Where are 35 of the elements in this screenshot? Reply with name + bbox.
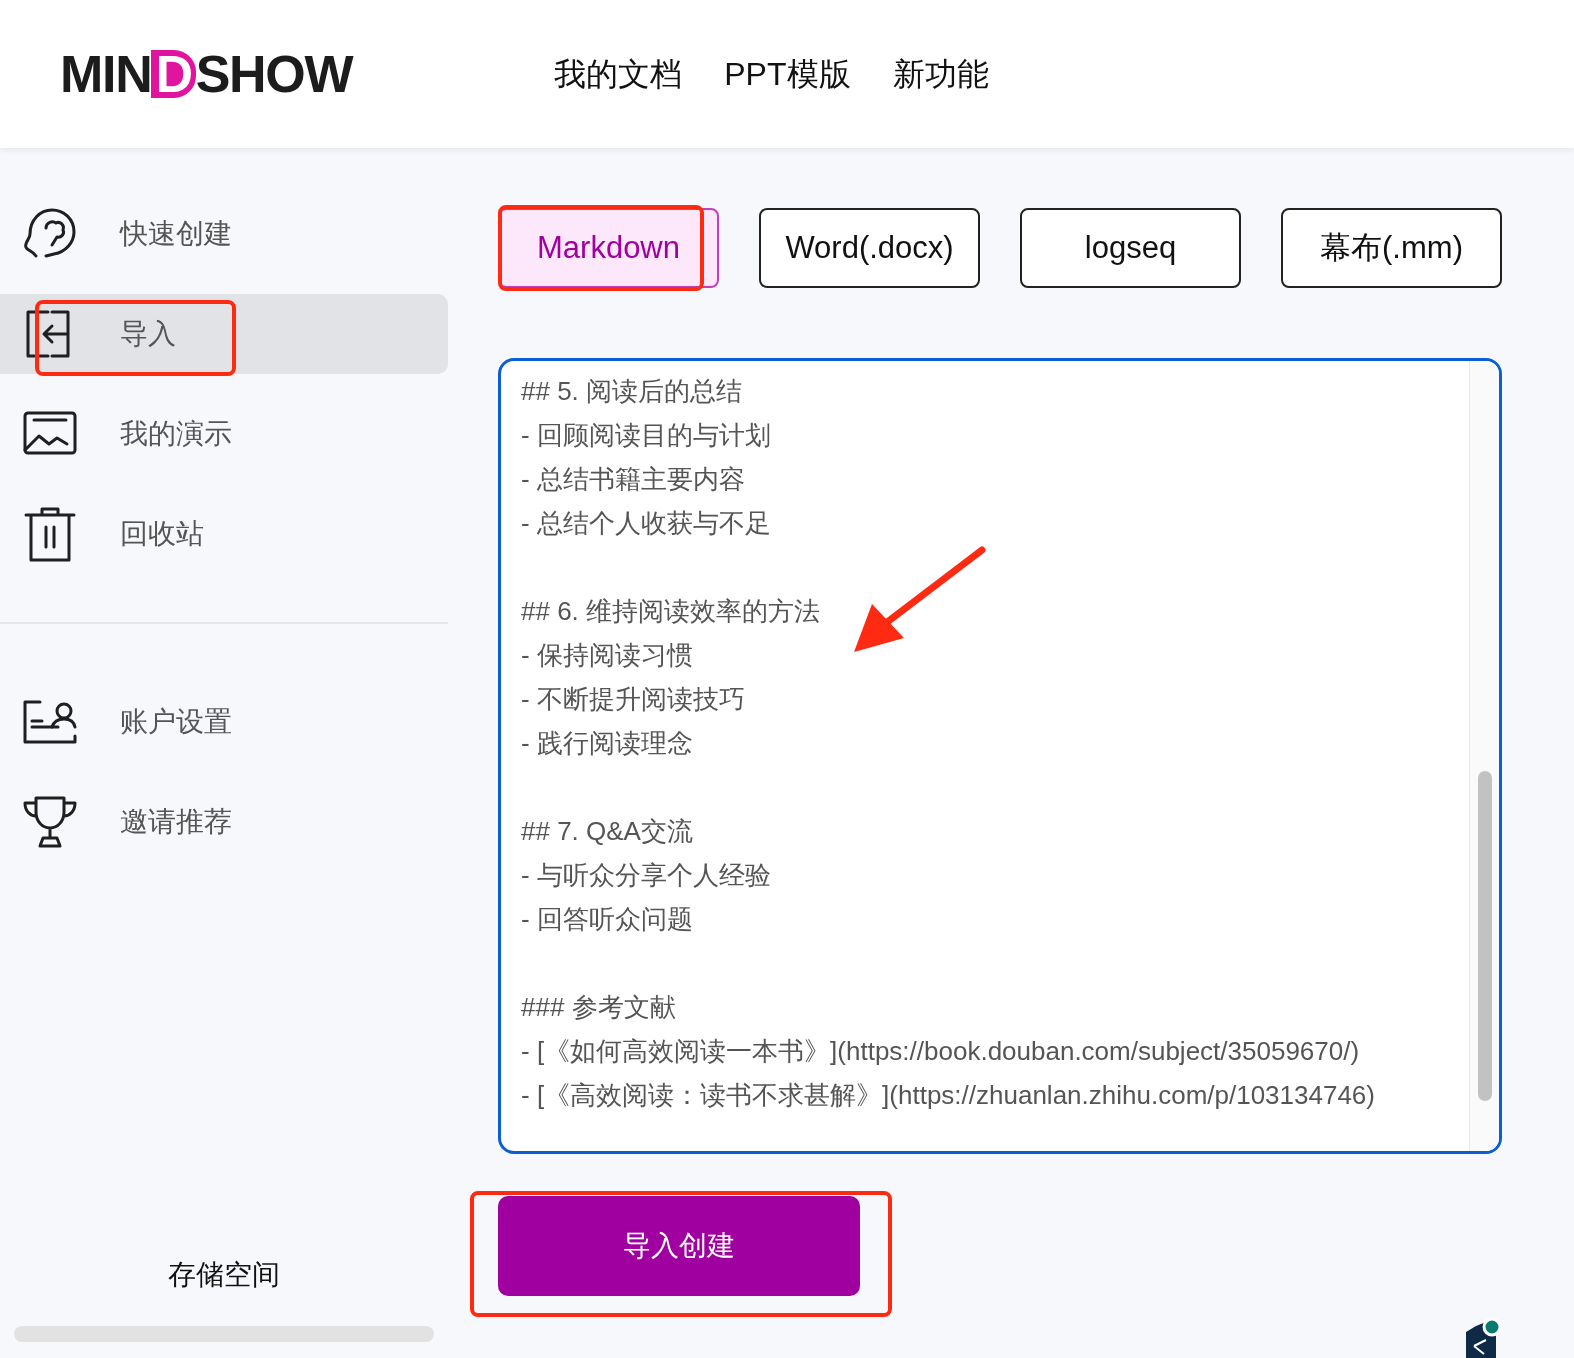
editor-line: ## 6. 维持阅读效率的方法: [521, 595, 821, 628]
editor-line: - [《如何高效阅读一本书》](https://book.douban.com/subject/35059670/): [521, 1035, 1360, 1068]
editor-line: - 保持阅读习惯: [521, 639, 693, 672]
presentation-icon: [22, 410, 78, 458]
editor-line: - 回答听众问题: [521, 903, 693, 936]
sidebar-item[interactable]: 快速创建: [0, 194, 448, 274]
editor-line: - 不断提升阅读技巧: [521, 683, 745, 716]
sidebar-item[interactable]: 回收站: [0, 494, 448, 574]
editor-line: - 总结个人收获与不足: [521, 507, 771, 540]
sidebar-item[interactable]: 导入: [0, 294, 448, 374]
editor-line: ## 7. Q&A交流: [521, 815, 693, 848]
nav-link[interactable]: PPT模版: [724, 50, 851, 98]
sidebar-item[interactable]: 账户设置: [0, 682, 448, 762]
nav-link[interactable]: 我的文档: [554, 50, 683, 98]
editor-line: - 践行阅读理念: [521, 727, 693, 760]
account-icon: [22, 699, 78, 745]
logo[interactable]: MINDSHOW: [60, 35, 353, 113]
nav-link[interactable]: 新功能: [892, 50, 989, 98]
format-option[interactable]: 幕布(.mm): [1281, 208, 1502, 288]
editor-line: ## 5. 阅读后的总结: [521, 375, 743, 408]
sidebar-item[interactable]: 邀请推荐: [0, 782, 448, 862]
sidebar-item[interactable]: 我的演示: [0, 394, 448, 474]
trash-icon: [22, 505, 78, 563]
storage-label: 存储空间: [168, 1258, 280, 1292]
format-option[interactable]: Word(.docx): [759, 208, 980, 288]
import-create-button[interactable]: 导入创建: [498, 1196, 860, 1296]
editor-line: - 总结书籍主要内容: [521, 463, 745, 496]
editor-line: - 回顾阅读目的与计划: [521, 419, 771, 452]
editor-line: ### 参考文献: [521, 991, 676, 1024]
editor-line: - 与听众分享个人经验: [521, 859, 771, 892]
editor-line: - [《高效阅读：读书不求甚解》](https://zhuanlan.zhihu.com/p/103134746): [521, 1079, 1375, 1112]
format-option[interactable]: logseq: [1020, 208, 1241, 288]
markdown-editor[interactable]: [498, 358, 1502, 1154]
trophy-icon: [22, 795, 78, 849]
scrollbar[interactable]: [1469, 361, 1499, 1151]
